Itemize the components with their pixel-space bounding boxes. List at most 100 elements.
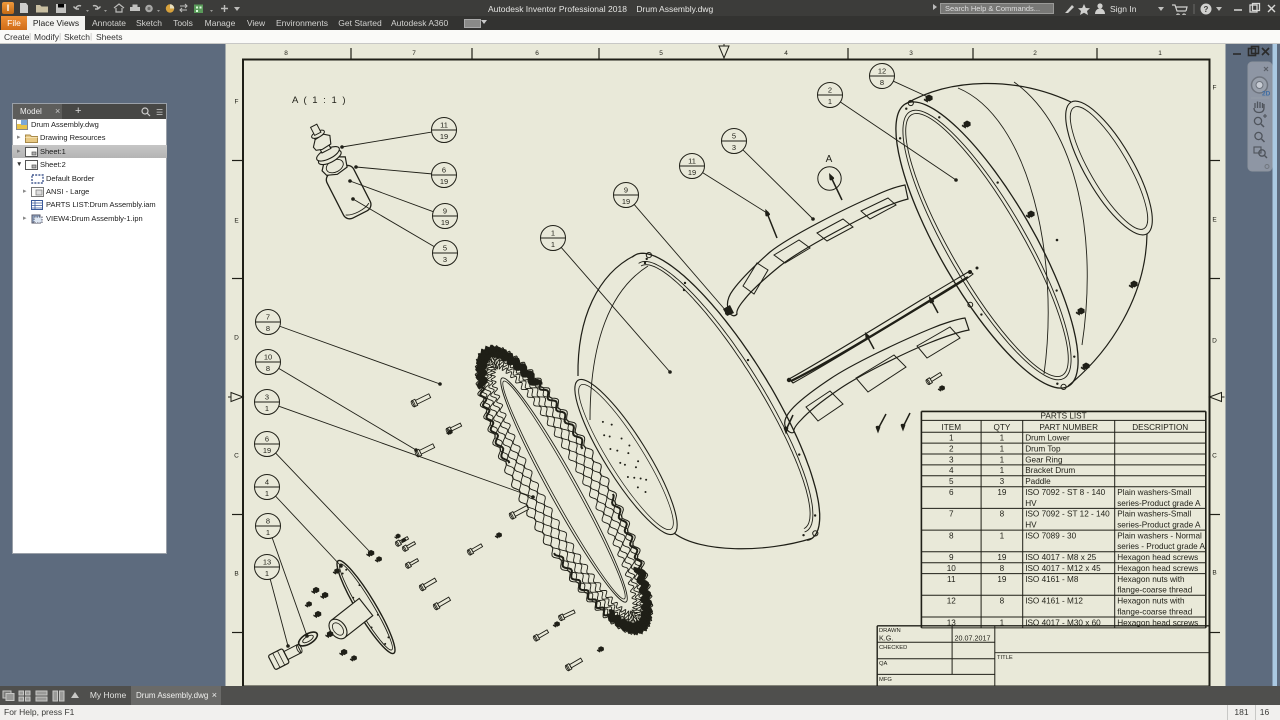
svg-text:4: 4 bbox=[949, 466, 954, 475]
svg-text:8: 8 bbox=[1000, 510, 1005, 519]
svg-text:Hexagon nuts with: Hexagon nuts with bbox=[1117, 597, 1185, 606]
svg-text:Sign In: Sign In bbox=[1110, 4, 1137, 14]
svg-text:5: 5 bbox=[732, 132, 736, 141]
svg-text:PART NUMBER: PART NUMBER bbox=[1039, 423, 1098, 432]
svg-text:4: 4 bbox=[265, 478, 269, 487]
svg-text:1: 1 bbox=[1000, 434, 1005, 443]
svg-text:3: 3 bbox=[949, 455, 954, 464]
svg-text:3: 3 bbox=[1000, 477, 1005, 486]
svg-text:ISO 4161 - M12: ISO 4161 - M12 bbox=[1025, 597, 1083, 606]
svg-text:1: 1 bbox=[265, 489, 269, 498]
svg-text:9: 9 bbox=[443, 207, 447, 216]
svg-text:3: 3 bbox=[909, 50, 913, 57]
svg-text:F: F bbox=[235, 99, 239, 106]
svg-text:11: 11 bbox=[440, 121, 448, 130]
svg-text:C: C bbox=[1212, 453, 1217, 460]
svg-text:19: 19 bbox=[997, 575, 1007, 584]
svg-text:5: 5 bbox=[443, 244, 447, 253]
svg-text:ISO 4017 - M12 x 45: ISO 4017 - M12 x 45 bbox=[1025, 564, 1101, 573]
svg-text:series-Product grade A: series-Product grade A bbox=[1117, 499, 1201, 508]
svg-text:ISO 7092 - ST 12 - 140: ISO 7092 - ST 12 - 140 bbox=[1025, 510, 1110, 519]
svg-text:K.G.: K.G. bbox=[879, 634, 893, 643]
svg-text:QTY: QTY bbox=[993, 423, 1010, 432]
svg-text:1: 1 bbox=[266, 528, 270, 537]
svg-text:1: 1 bbox=[828, 97, 832, 106]
svg-text:6: 6 bbox=[949, 488, 954, 497]
svg-text:8: 8 bbox=[266, 364, 270, 373]
svg-text:6: 6 bbox=[442, 166, 446, 175]
svg-text:PARTS LIST: PARTS LIST bbox=[1041, 412, 1087, 421]
svg-text:1: 1 bbox=[1000, 455, 1005, 464]
svg-text:Plain washers-Small: Plain washers-Small bbox=[1117, 488, 1191, 497]
svg-text:7: 7 bbox=[412, 50, 416, 57]
svg-text:Paddle: Paddle bbox=[1025, 477, 1051, 486]
svg-text:series-Product grade A: series-Product grade A bbox=[1117, 521, 1201, 530]
svg-text:3: 3 bbox=[443, 255, 447, 264]
svg-text:1: 1 bbox=[265, 569, 269, 578]
svg-text:flange-coarse thread: flange-coarse thread bbox=[1117, 586, 1193, 595]
svg-text:E: E bbox=[1212, 217, 1217, 224]
svg-text:CHECKED: CHECKED bbox=[879, 645, 907, 651]
svg-text:8: 8 bbox=[1000, 564, 1005, 573]
svg-text:2: 2 bbox=[828, 86, 832, 95]
svg-text:7: 7 bbox=[266, 313, 270, 322]
svg-text:Hexagon nuts with: Hexagon nuts with bbox=[1117, 575, 1185, 584]
svg-text:8: 8 bbox=[949, 531, 954, 540]
svg-text:19: 19 bbox=[440, 177, 448, 186]
svg-text:F: F bbox=[1213, 85, 1217, 92]
svg-text:1: 1 bbox=[1000, 466, 1005, 475]
svg-text:3: 3 bbox=[732, 143, 736, 152]
svg-text:TITLE: TITLE bbox=[997, 655, 1013, 661]
svg-text:8: 8 bbox=[266, 517, 270, 526]
svg-text:10: 10 bbox=[264, 353, 272, 362]
svg-text:A ( 1 : 1 ): A ( 1 : 1 ) bbox=[292, 95, 347, 106]
svg-text:1: 1 bbox=[1158, 50, 1162, 57]
svg-text:2: 2 bbox=[949, 444, 954, 453]
svg-text:Hexagon head screws: Hexagon head screws bbox=[1117, 553, 1198, 562]
svg-text:10: 10 bbox=[947, 564, 957, 573]
svg-text:series - Product grade A: series - Product grade A bbox=[1117, 542, 1205, 551]
svg-text:HV: HV bbox=[1025, 521, 1037, 530]
svg-text:19: 19 bbox=[263, 446, 271, 455]
svg-text:E: E bbox=[234, 218, 239, 225]
svg-text:3: 3 bbox=[265, 393, 269, 402]
svg-text:1: 1 bbox=[551, 240, 555, 249]
svg-text:Drum Top: Drum Top bbox=[1025, 444, 1061, 453]
svg-text:QA: QA bbox=[879, 661, 888, 667]
svg-text:12: 12 bbox=[878, 67, 886, 76]
svg-text:5: 5 bbox=[949, 477, 954, 486]
svg-text:B: B bbox=[1212, 570, 1216, 577]
svg-text:19: 19 bbox=[997, 553, 1007, 562]
svg-text:1: 1 bbox=[1000, 531, 1005, 540]
svg-text:6: 6 bbox=[265, 435, 269, 444]
svg-text:HV: HV bbox=[1025, 499, 1037, 508]
svg-text:flange-coarse thread: flange-coarse thread bbox=[1117, 607, 1193, 616]
svg-text:6: 6 bbox=[535, 50, 539, 57]
svg-text:2: 2 bbox=[1033, 50, 1037, 57]
svg-text:?: ? bbox=[1204, 5, 1209, 14]
svg-text:Bracket Drum: Bracket Drum bbox=[1025, 466, 1075, 475]
svg-text:C: C bbox=[234, 453, 239, 460]
svg-text:19: 19 bbox=[997, 488, 1007, 497]
svg-text:19: 19 bbox=[440, 132, 448, 141]
svg-text:1: 1 bbox=[1000, 444, 1005, 453]
svg-text:13: 13 bbox=[263, 558, 271, 567]
svg-text:19: 19 bbox=[441, 218, 449, 227]
svg-text:Plain washers - Normal: Plain washers - Normal bbox=[1117, 531, 1202, 540]
svg-text:ITEM: ITEM bbox=[941, 423, 961, 432]
svg-text:1: 1 bbox=[265, 404, 269, 413]
svg-text:MFG: MFG bbox=[879, 677, 892, 683]
svg-text:7: 7 bbox=[949, 510, 954, 519]
svg-text:2D: 2D bbox=[1262, 91, 1271, 98]
svg-text:DESCRIPTION: DESCRIPTION bbox=[1132, 423, 1188, 432]
svg-text:19: 19 bbox=[622, 197, 630, 206]
svg-text:ISO 7092 - ST 8 - 140: ISO 7092 - ST 8 - 140 bbox=[1025, 488, 1105, 497]
svg-text:Drum Lower: Drum Lower bbox=[1025, 434, 1070, 443]
svg-text:ISO 4161 - M8: ISO 4161 - M8 bbox=[1025, 575, 1079, 584]
svg-text:9: 9 bbox=[624, 186, 628, 195]
svg-text:D: D bbox=[234, 335, 239, 342]
svg-text:19: 19 bbox=[688, 168, 696, 177]
svg-text:Gear Ring: Gear Ring bbox=[1025, 455, 1063, 464]
svg-text:Plain washers-Small: Plain washers-Small bbox=[1117, 510, 1191, 519]
svg-text:11: 11 bbox=[688, 157, 696, 166]
